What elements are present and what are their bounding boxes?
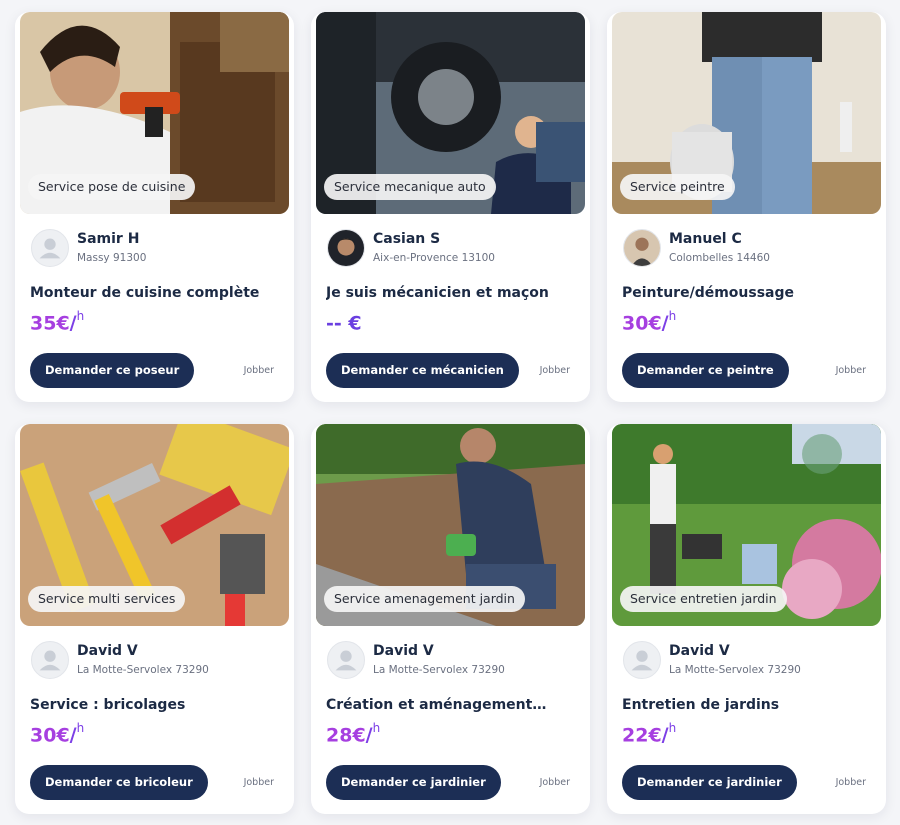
service-badge: Service mecanique auto xyxy=(324,174,496,200)
default-avatar-icon xyxy=(31,641,69,679)
service-badge: Service pose de cuisine xyxy=(28,174,196,200)
role-label: Jobber xyxy=(243,365,274,376)
price-unit: /h xyxy=(661,721,677,747)
service-price: 22€/h xyxy=(622,721,677,747)
default-avatar-icon xyxy=(623,641,661,679)
role-label: Jobber xyxy=(539,777,570,788)
role-label: Jobber xyxy=(243,777,274,788)
jobber-location: Massy 91300 xyxy=(77,252,147,264)
request-jobber-button[interactable]: Demander ce mécanicien xyxy=(326,353,519,388)
service-title[interactable]: Monteur de cuisine complète xyxy=(30,285,280,301)
jobber-location: La Motte-Servolex 73290 xyxy=(77,664,209,676)
jobber-card[interactable]: Service pose de cuisine Samir H Massy 91… xyxy=(15,12,294,402)
jobber-card[interactable]: Service entretien jardin David V La Mott… xyxy=(607,424,886,814)
jobber-location: Colombelles 14460 xyxy=(669,252,770,264)
service-title[interactable]: Création et aménagement… xyxy=(326,697,576,713)
service-title[interactable]: Peinture/démoussage xyxy=(622,285,872,301)
price-value: 30€ xyxy=(30,724,70,747)
price-unit: /h xyxy=(69,721,85,747)
jobber-name[interactable]: David V xyxy=(669,643,730,659)
service-title[interactable]: Entretien de jardins xyxy=(622,697,872,713)
jobber-location: Aix-en-Provence 13100 xyxy=(373,252,495,264)
jobber-name[interactable]: David V xyxy=(77,643,138,659)
request-jobber-button[interactable]: Demander ce jardinier xyxy=(622,765,797,800)
jobber-card[interactable]: Service mecanique auto Casian S Aix-en-P… xyxy=(311,12,590,402)
service-price: 35€/h xyxy=(30,309,85,335)
jobber-card[interactable]: Service amenagement jardin David V La Mo… xyxy=(311,424,590,814)
service-badge: Service amenagement jardin xyxy=(324,586,525,612)
default-avatar-icon xyxy=(327,641,365,679)
role-label: Jobber xyxy=(835,777,866,788)
service-price: 30€/h xyxy=(622,309,677,335)
jobber-card[interactable]: Service peintre Manuel C Colombelles 144… xyxy=(607,12,886,402)
jobber-name[interactable]: Samir H xyxy=(77,231,139,247)
request-jobber-button[interactable]: Demander ce bricoleur xyxy=(30,765,208,800)
price-value: 30€ xyxy=(622,312,662,335)
jobber-card-grid: Service pose de cuisine Samir H Massy 91… xyxy=(0,0,900,825)
service-badge: Service multi services xyxy=(28,586,186,612)
role-label: Jobber xyxy=(539,365,570,376)
price-value: 28€ xyxy=(326,724,366,747)
price-unit: /h xyxy=(365,721,381,747)
jobber-card[interactable]: Service multi services David V La Motte-… xyxy=(15,424,294,814)
request-jobber-button[interactable]: Demander ce jardinier xyxy=(326,765,501,800)
default-avatar-icon xyxy=(31,229,69,267)
price-value: 35€ xyxy=(30,312,70,335)
user-photo-avatar xyxy=(327,229,365,267)
price-unit: /h xyxy=(69,309,85,335)
service-price: -- € xyxy=(326,311,362,334)
jobber-name[interactable]: David V xyxy=(373,643,434,659)
request-jobber-button[interactable]: Demander ce peintre xyxy=(622,353,789,388)
jobber-location: La Motte-Servolex 73290 xyxy=(373,664,505,676)
price-value: 22€ xyxy=(622,724,662,747)
jobber-name[interactable]: Manuel C xyxy=(669,231,742,247)
service-title[interactable]: Service : bricolages xyxy=(30,697,280,713)
request-jobber-button[interactable]: Demander ce poseur xyxy=(30,353,195,388)
service-badge: Service peintre xyxy=(620,174,735,200)
user-photo-avatar xyxy=(623,229,661,267)
service-title[interactable]: Je suis mécanicien et maçon xyxy=(326,285,576,301)
jobber-location: La Motte-Servolex 73290 xyxy=(669,664,801,676)
price-value: -- € xyxy=(326,312,362,335)
service-badge: Service entretien jardin xyxy=(620,586,787,612)
service-price: 30€/h xyxy=(30,721,85,747)
price-unit: /h xyxy=(661,309,677,335)
service-price: 28€/h xyxy=(326,721,381,747)
jobber-name[interactable]: Casian S xyxy=(373,231,440,247)
role-label: Jobber xyxy=(835,365,866,376)
